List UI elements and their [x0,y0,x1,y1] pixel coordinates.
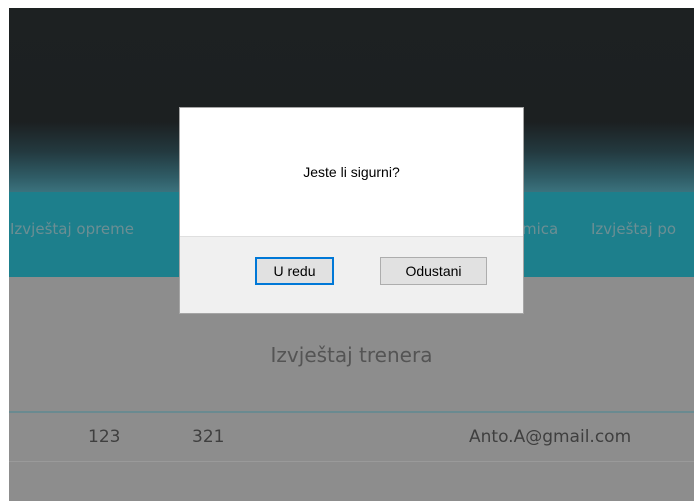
table-cell-email: Anto.A@gmail.com [469,427,632,447]
nav-item-partial[interactable]: mica [522,220,558,238]
nav-item-equipment-report[interactable]: Izvještaj opreme [10,220,134,238]
page-title: Izvještaj trenera [270,343,433,367]
cancel-button[interactable]: Odustani [380,257,487,285]
table-header-divider [9,411,694,413]
table-cell-col1: 123 [88,427,121,447]
table-cell-col2: 321 [192,427,225,447]
ok-button[interactable]: U redu [255,257,334,285]
table-row-divider [9,461,694,462]
dialog-message-area: Jeste li sigurni? [180,108,523,237]
confirm-dialog: Jeste li sigurni? U redu Odustani [179,107,524,314]
nav-item-report-cut[interactable]: Izvještaj po [591,220,676,238]
dialog-message: Jeste li sigurni? [303,164,400,180]
app-screen: Izvještaj opreme mica Izvještaj po Izvje… [0,0,694,501]
